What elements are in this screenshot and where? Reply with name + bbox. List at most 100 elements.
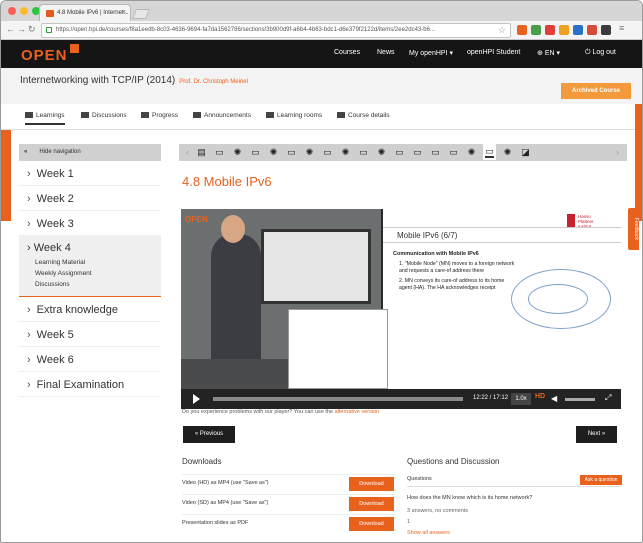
openhpi-logo[interactable]: OPEN xyxy=(21,44,79,64)
progress-bar[interactable] xyxy=(213,397,463,401)
video-item-icon[interactable]: ▭ xyxy=(251,147,260,157)
tab-learnings[interactable]: Learnings xyxy=(25,112,65,125)
question-link[interactable]: How does the MN know which is its home n… xyxy=(407,495,622,501)
quiz-item-icon[interactable]: ✺ xyxy=(305,147,314,157)
text-item-icon[interactable]: ▤ xyxy=(197,147,206,157)
quiz-item-icon[interactable]: ✺ xyxy=(269,147,278,157)
menu-icon[interactable]: ≡ xyxy=(619,23,624,33)
quiz-item-icon[interactable]: ✺ xyxy=(467,147,476,157)
show-all-answers-link[interactable]: Show all answers xyxy=(407,530,622,536)
player-problem-text: Do you experience problems with our play… xyxy=(182,409,379,415)
sidebar-week-2[interactable]: › Week 2 xyxy=(19,186,161,211)
video-item-icon[interactable]: ▭ xyxy=(287,147,296,157)
back-icon[interactable]: ← xyxy=(6,24,15,34)
downloads-heading: Downloads xyxy=(182,457,222,466)
alternative-version-link[interactable]: alternative version xyxy=(335,409,380,415)
logout-link[interactable]: ⏻ Log out xyxy=(585,49,616,57)
close-window-icon[interactable] xyxy=(8,7,16,15)
browser-tab[interactable]: 4.8 Mobile IPv6 | Internet... × xyxy=(39,4,131,21)
ask-question-button[interactable]: Ask a question xyxy=(580,475,622,485)
sidebar-week-6[interactable]: › Week 6 xyxy=(19,347,161,372)
tab-course-details[interactable]: Course details xyxy=(337,112,390,119)
question-count: 1 xyxy=(407,519,411,525)
video-item-icon[interactable]: ▭ xyxy=(449,147,458,157)
sidebar-learning-material[interactable]: Learning Material xyxy=(27,257,161,268)
lecturer-head xyxy=(221,215,245,243)
archived-course-button[interactable]: Archived Course xyxy=(561,83,631,99)
sidebar-final-examination[interactable]: › Final Examination xyxy=(19,372,161,397)
nav-news[interactable]: News xyxy=(377,49,395,56)
new-tab-button[interactable] xyxy=(132,9,150,19)
sidebar-week-4[interactable]: › Week 4 Learning Material Weekly Assign… xyxy=(19,236,161,297)
extension-icon[interactable] xyxy=(601,25,611,35)
qa-heading: Questions and Discussion xyxy=(407,457,500,466)
tab-label: Progress xyxy=(152,112,179,119)
item-navigation-strip: ‹ ▤ ▭ ✺ ▭ ✺ ▭ ✺ ▭ ✺ ▭ ✺ ▭ ▭ ▭ ▭ ✺ ▭ ✺ ◪ … xyxy=(179,143,627,161)
sidebar-week-5[interactable]: › Week 5 xyxy=(19,322,161,347)
extension-icon[interactable] xyxy=(517,25,527,35)
hd-toggle[interactable]: HD xyxy=(535,393,545,400)
scroll-right-icon[interactable]: › xyxy=(613,147,622,157)
slide-point-1: "Mobile Node" (MN) moves to a foreign ne… xyxy=(399,261,515,274)
tab-announcements[interactable]: Announcements xyxy=(193,112,251,119)
download-slides-button[interactable]: Download xyxy=(349,517,394,531)
current-video-item-icon[interactable]: ▭ xyxy=(483,143,496,160)
extension-icon[interactable] xyxy=(587,25,597,35)
feedback-tab[interactable]: Feedback xyxy=(628,208,639,250)
video-item-icon[interactable]: ▭ xyxy=(431,147,440,157)
nav-my-openhpi[interactable]: My openHPI ▾ xyxy=(409,49,453,57)
video-item-icon[interactable]: ▭ xyxy=(413,147,422,157)
close-tab-icon[interactable]: × xyxy=(122,9,126,16)
hide-navigation-button[interactable]: « Hide navigation xyxy=(19,144,161,161)
video-item-icon[interactable]: ▭ xyxy=(395,147,404,157)
tab-progress[interactable]: Progress xyxy=(141,112,178,119)
extension-icon[interactable] xyxy=(559,25,569,35)
extension-icon[interactable] xyxy=(573,25,583,35)
sidebar-extra-knowledge[interactable]: › Extra knowledge xyxy=(19,297,161,322)
sidebar-week-3[interactable]: › Week 3 xyxy=(19,211,161,236)
download-hd-button[interactable]: Download xyxy=(349,477,394,491)
extension-icon[interactable] xyxy=(531,25,541,35)
slide-thumbnail-overlay[interactable] xyxy=(288,309,388,389)
video-item-icon[interactable]: ▭ xyxy=(215,147,224,157)
play-icon[interactable] xyxy=(193,394,200,404)
language-select[interactable]: ⊕ EN ▾ xyxy=(537,49,560,57)
tab-label: Learning rooms xyxy=(277,112,323,119)
sidebar-discussions[interactable]: Discussions xyxy=(27,279,161,290)
download-btn-label: Download xyxy=(359,521,384,527)
slide-heading: Communication with Mobile IPv6 xyxy=(393,251,479,257)
assignment-item-icon[interactable]: ◪ xyxy=(521,147,530,157)
quiz-item-icon[interactable]: ✺ xyxy=(341,147,350,157)
quiz-item-icon[interactable]: ✺ xyxy=(233,147,242,157)
video-item-icon[interactable]: ▭ xyxy=(323,147,332,157)
download-sd-button[interactable]: Download xyxy=(349,497,394,511)
quiz-item-icon[interactable]: ✺ xyxy=(377,147,386,157)
questions-label: Questions xyxy=(407,476,432,482)
sidebar-weekly-assignment[interactable]: Weekly Assignment xyxy=(27,268,161,279)
video-item-icon[interactable]: ▭ xyxy=(359,147,368,157)
speed-button[interactable]: 1.0x xyxy=(511,393,531,405)
minimize-window-icon[interactable] xyxy=(20,7,28,15)
nav-openhpi-student[interactable]: openHPI Student xyxy=(467,49,520,56)
next-button[interactable]: Next » xyxy=(576,426,617,443)
week-label: Week 2 xyxy=(36,193,74,205)
sidebar-week-1[interactable]: › Week 1 xyxy=(19,161,161,186)
scroll-left-icon[interactable]: ‹ xyxy=(183,147,192,157)
bookmark-star-icon[interactable]: ☆ xyxy=(498,25,506,36)
video-player[interactable]: OPEN Hasso Plattner Institut Mobile IPv6… xyxy=(181,209,621,409)
extension-icon[interactable] xyxy=(545,25,555,35)
previous-button[interactable]: « Previous xyxy=(183,426,235,443)
download-label: Video (HD) as MP4 (use "Save as") xyxy=(182,480,269,486)
tab-learning-rooms[interactable]: Learning rooms xyxy=(266,112,322,119)
fullscreen-icon[interactable]: ⤢ xyxy=(605,393,611,403)
reload-icon[interactable]: ↻ xyxy=(28,24,36,35)
course-title: Internetworking with TCP/IP (2014) Prof. … xyxy=(20,75,248,86)
nav-courses[interactable]: Courses xyxy=(334,49,360,56)
quiz-item-icon[interactable]: ✺ xyxy=(503,147,512,157)
forward-icon[interactable]: → xyxy=(17,24,26,34)
volume-slider[interactable] xyxy=(565,398,595,401)
professor-link[interactable]: Prof. Dr. Christoph Meinel xyxy=(179,79,248,85)
volume-icon[interactable]: ◀ xyxy=(551,394,557,403)
tab-discussions[interactable]: Discussions xyxy=(81,112,127,119)
address-bar[interactable]: https://open.hpi.de/courses/f8a1eedb-8c0… xyxy=(41,23,511,38)
